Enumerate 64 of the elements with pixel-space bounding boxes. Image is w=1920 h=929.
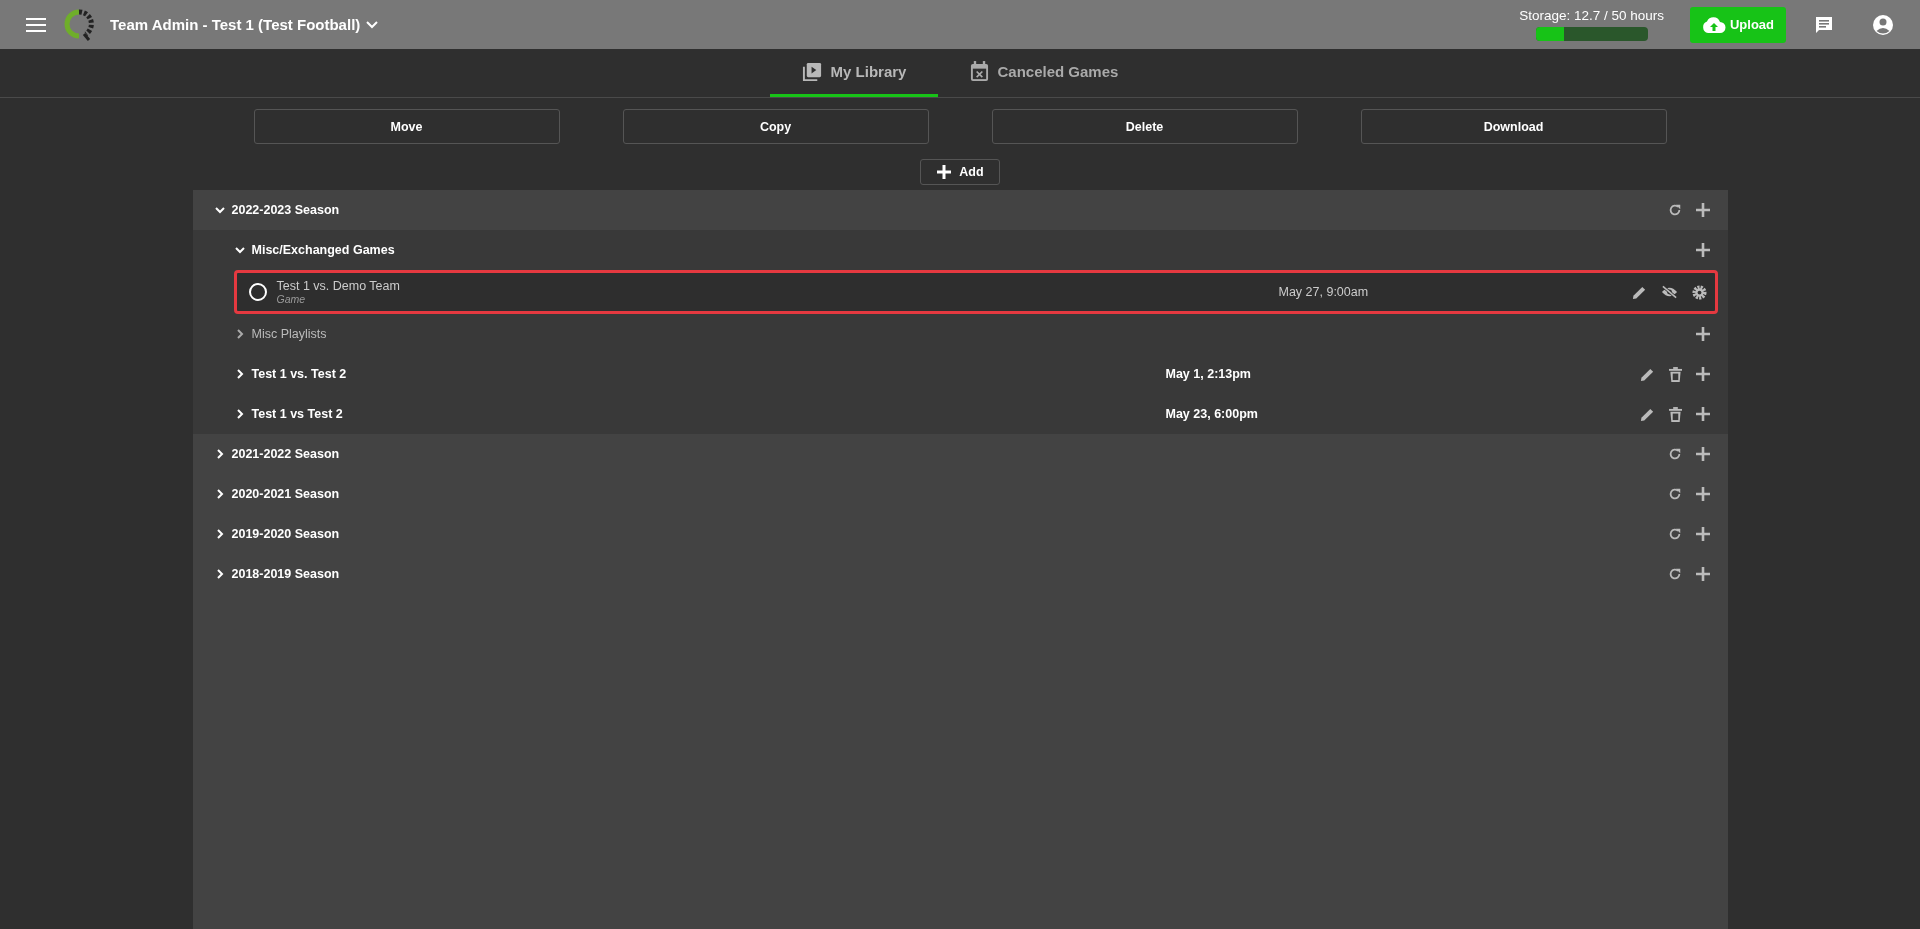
event-row[interactable]: Test 1 vs. Test 2 May 1, 2:13pm (192, 354, 1728, 394)
season-row[interactable]: 2021-2022 Season (192, 434, 1728, 474)
refresh-icon[interactable] (1667, 567, 1682, 581)
delete-icon[interactable] (1668, 366, 1682, 382)
season-row[interactable]: 2019-2020 Season (192, 514, 1728, 554)
plus-icon[interactable] (1695, 567, 1710, 581)
edit-icon[interactable] (1639, 366, 1655, 382)
plus-icon[interactable] (1695, 487, 1710, 501)
season-label: 2018-2019 Season (231, 567, 340, 581)
edit-icon[interactable] (1639, 406, 1655, 422)
plus-icon[interactable] (1695, 367, 1710, 381)
game-title: Test 1 vs. Demo Team (276, 279, 401, 293)
game-row[interactable]: Test 1 vs. Demo Team Game May 27, 9:00am (233, 270, 1718, 314)
menu-icon[interactable] (26, 16, 46, 33)
plus-icon[interactable] (1695, 447, 1710, 461)
action-button[interactable]: Move (253, 109, 560, 144)
folder-label: Misc/Exchanged Games (251, 243, 395, 257)
plus-icon[interactable] (1695, 407, 1710, 421)
event-label: Test 1 vs. Test 2 (251, 367, 348, 381)
refresh-icon[interactable] (1667, 447, 1682, 461)
tab[interactable]: My Library (769, 49, 939, 97)
season-row[interactable]: 2022-2023 Season (192, 190, 1728, 230)
add-button[interactable]: Add (920, 159, 1000, 185)
refresh-icon[interactable] (1667, 203, 1682, 217)
refresh-icon[interactable] (1667, 487, 1682, 501)
event-date: May 1, 2:13pm (1165, 367, 1251, 381)
folder-label: Misc Playlists (251, 327, 327, 341)
action-button[interactable]: Copy (622, 109, 929, 144)
chevron-down-icon (366, 20, 379, 29)
folder-row[interactable]: Misc Playlists (192, 314, 1728, 354)
delete-icon[interactable] (1668, 406, 1682, 422)
edit-icon[interactable] (1631, 284, 1647, 300)
event-label: Test 1 vs Test 2 (251, 407, 344, 421)
plus-icon[interactable] (1695, 243, 1710, 257)
storage-label: Storage: 12.7 / 50 hours (1519, 8, 1664, 23)
game-type: Game (276, 293, 307, 305)
folder-row[interactable]: Misc/Exchanged Games (192, 230, 1728, 270)
game-date: May 27, 9:00am (1278, 285, 1369, 299)
chat-icon[interactable] (1814, 14, 1834, 35)
plus-icon[interactable] (1695, 527, 1710, 541)
action-button[interactable]: Download (1360, 109, 1667, 144)
logo-icon (64, 8, 94, 41)
select-circle[interactable] (248, 283, 267, 301)
team-dropdown[interactable]: Team Admin - Test 1 (Test Football) (110, 16, 379, 33)
season-row[interactable]: 2020-2021 Season (192, 474, 1728, 514)
refresh-icon[interactable] (1667, 527, 1682, 541)
plus-icon (936, 164, 953, 180)
season-label: 2020-2021 Season (231, 487, 340, 501)
video-library-icon (801, 61, 823, 82)
eye-off-icon[interactable] (1660, 285, 1678, 299)
event-row[interactable]: Test 1 vs Test 2 May 23, 6:00pm (192, 394, 1728, 434)
tab[interactable]: Canceled Games (938, 49, 1151, 97)
event-date: May 23, 6:00pm (1165, 407, 1258, 421)
settings-icon[interactable] (1691, 284, 1707, 300)
season-label: 2019-2020 Season (231, 527, 340, 541)
season-label: 2021-2022 Season (231, 447, 340, 461)
season-label: 2022-2023 Season (231, 203, 340, 217)
plus-icon[interactable] (1695, 203, 1710, 217)
plus-icon[interactable] (1695, 327, 1710, 341)
account-icon[interactable] (1872, 13, 1894, 36)
cloud-upload-icon (1701, 16, 1726, 33)
calendar-x-icon (970, 61, 990, 82)
season-row[interactable]: 2018-2019 Season (192, 554, 1728, 594)
action-button[interactable]: Delete (991, 109, 1298, 144)
